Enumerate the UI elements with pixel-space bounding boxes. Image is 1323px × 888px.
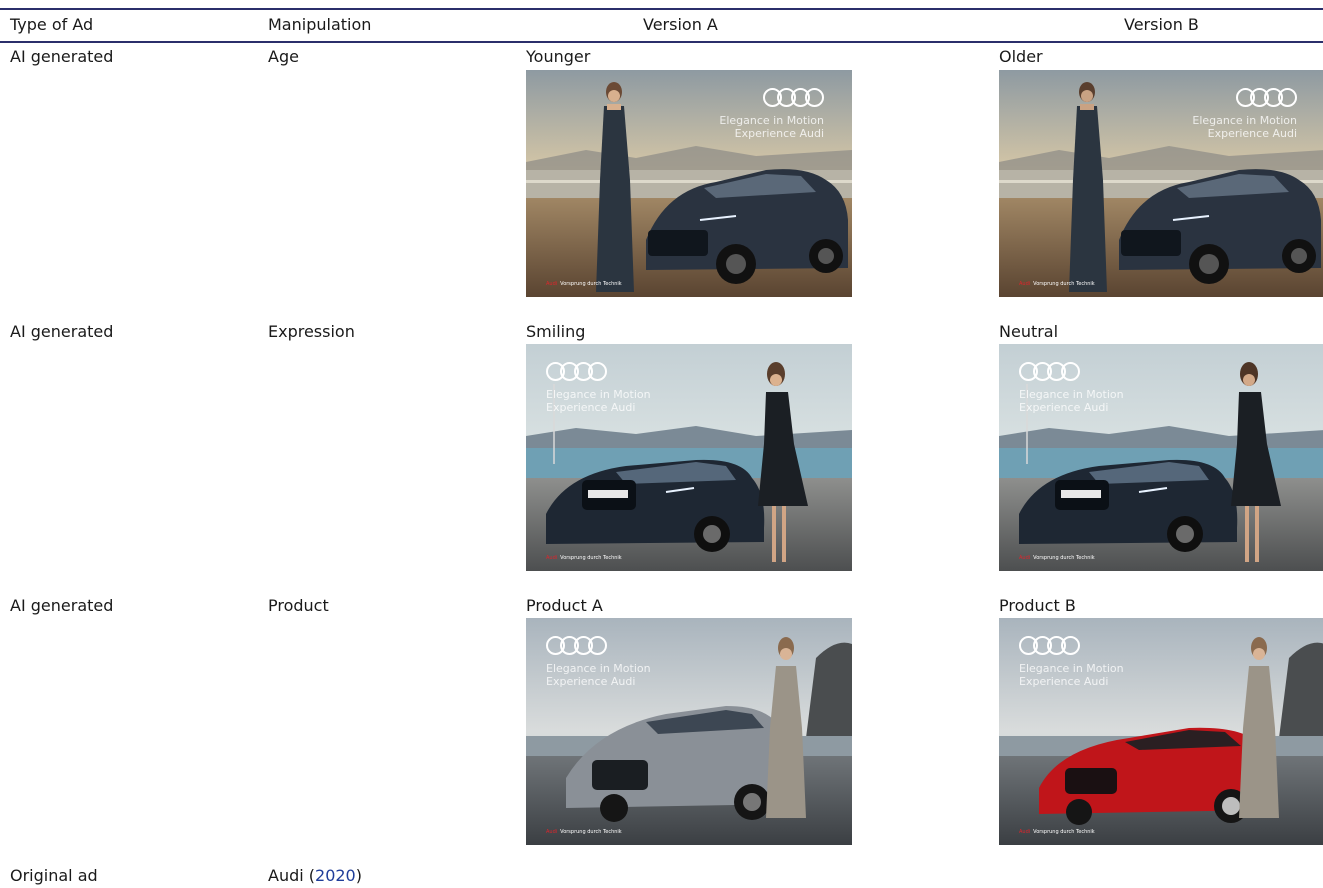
- table-top-rule: [0, 8, 1323, 10]
- table-header-rule: [0, 41, 1323, 43]
- row-age-manipulation: Age: [268, 47, 299, 66]
- header-version-b: Version B: [1124, 15, 1199, 34]
- row-expression-version-a-label: Smiling: [526, 322, 586, 341]
- ad-image-product-b: Elegance in Motion Experience Audi Audi Vo…: [999, 618, 1323, 845]
- row-original-type: Original ad: [10, 866, 98, 885]
- header-type-of-ad: Type of Ad: [10, 15, 94, 34]
- header-manipulation: Manipulation: [268, 15, 372, 34]
- row-age-version-a-label: Younger: [526, 47, 591, 66]
- row-product-version-a-label: Product A: [526, 596, 603, 615]
- row-expression-version-b-label: Neutral: [999, 322, 1059, 341]
- ad-image-younger: Elegance in Motion Experience Audi Audi Vo…: [526, 70, 852, 297]
- row-age-type: AI generated: [10, 47, 114, 66]
- ad-image-product-a: Elegance in Motion Experience Audi Audi Vo…: [526, 618, 852, 845]
- ad-image-smiling: Elegance in Motion Experience Audi Audi Vo…: [526, 344, 852, 571]
- row-product-type: AI generated: [10, 596, 114, 615]
- citation-link[interactable]: 2020: [315, 866, 356, 885]
- row-product-manipulation: Product: [268, 596, 329, 615]
- row-expression-type: AI generated: [10, 322, 114, 341]
- ad-image-older: Elegance in Motion Experience Audi Audi Vo…: [999, 70, 1323, 297]
- ad-image-neutral: Elegance in Motion Experience Audi Audi Vo…: [999, 344, 1323, 571]
- row-product-version-b-label: Product B: [999, 596, 1076, 615]
- row-age-version-b-label: Older: [999, 47, 1043, 66]
- row-original-source: Audi (2020): [268, 866, 362, 885]
- row-expression-manipulation: Expression: [268, 322, 355, 341]
- header-version-a: Version A: [643, 15, 718, 34]
